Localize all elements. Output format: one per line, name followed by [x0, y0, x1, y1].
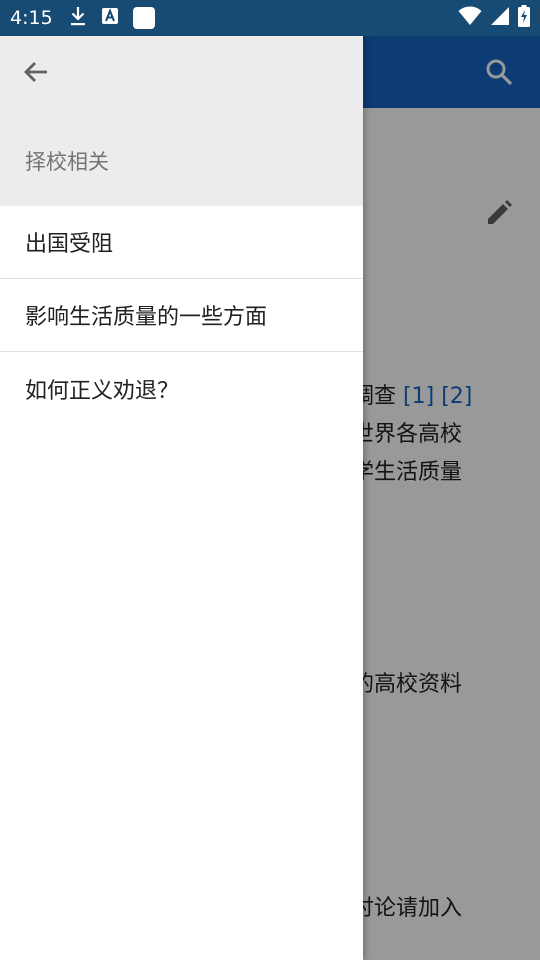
status-system-icons	[458, 5, 530, 31]
drawer-item-label: 影响生活质量的一些方面	[25, 305, 268, 330]
drawer-header: 择校相关	[0, 36, 363, 206]
status-bar: 4:15	[0, 0, 540, 36]
drawer-item-study-abroad-obstacles[interactable]: 出国受阻	[0, 206, 363, 279]
drawer-item-dissuade[interactable]: 如何正义劝退？	[0, 352, 363, 425]
a-notification-icon	[101, 7, 119, 29]
navigation-drawer: 择校相关 出国受阻 影响生活质量的一些方面 如何正义劝退？	[0, 36, 363, 960]
arrow-back-icon[interactable]	[22, 58, 50, 86]
drawer-list: 出国受阻 影响生活质量的一些方面 如何正义劝退？	[0, 206, 363, 425]
drawer-item-label: 出国受阻	[25, 232, 114, 257]
wifi-icon	[458, 6, 482, 30]
drawer-item-label: 如何正义劝退？	[25, 378, 180, 404]
app-notification-icon	[132, 7, 155, 29]
drawer-section-title: 择校相关	[25, 150, 109, 174]
status-notification-icons	[69, 5, 155, 31]
drawer-item-quality-of-life[interactable]: 影响生活质量的一些方面	[0, 279, 363, 352]
battery-charging-icon	[518, 5, 530, 31]
cell-signal-icon	[490, 6, 510, 30]
download-icon	[69, 5, 87, 31]
status-time: 4:15	[10, 7, 53, 29]
